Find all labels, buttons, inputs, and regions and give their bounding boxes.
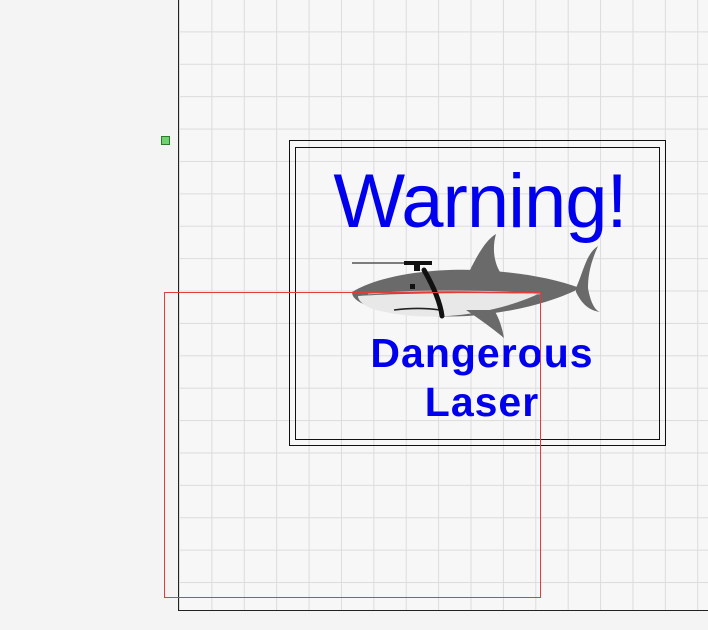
origin-handle[interactable] [161,136,170,145]
sign-text-line-1[interactable]: Dangerous [320,330,644,376]
shark-with-laser-icon[interactable] [348,230,606,342]
sign-text-line-2[interactable]: Laser [320,379,644,425]
design-canvas[interactable]: Warning! Dangerous Laser [0,0,708,630]
